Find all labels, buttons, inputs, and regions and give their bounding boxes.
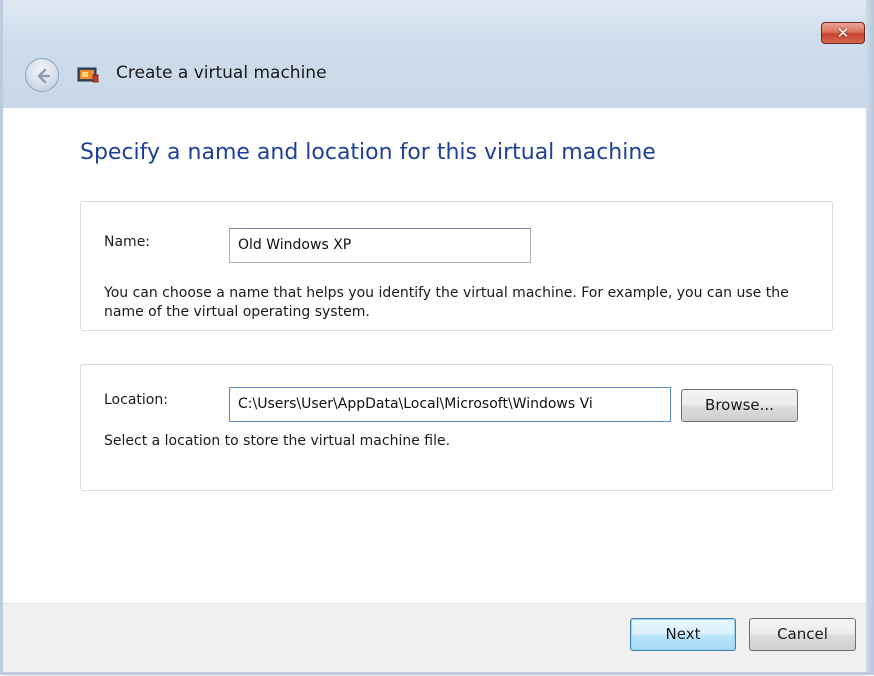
- window-title: Create a virtual machine: [116, 63, 327, 83]
- virtual-machine-icon: [77, 67, 99, 83]
- wizard-content: [3, 108, 866, 603]
- create-vm-wizard-window: ✕ Create a virtual machine Specify a nam…: [0, 0, 874, 676]
- close-icon: ✕: [836, 24, 850, 42]
- back-button[interactable]: [25, 58, 59, 92]
- wizard-footer: [3, 603, 866, 676]
- window-frame-right: [866, 0, 874, 675]
- browse-button[interactable]: Browse...: [681, 389, 798, 422]
- location-help-text: Select a location to store the virtual m…: [104, 433, 451, 449]
- title-bar: [0, 0, 874, 108]
- page-heading: Specify a name and location for this vir…: [80, 140, 656, 165]
- name-input[interactable]: Old Windows XP: [229, 228, 531, 263]
- location-label: Location:: [104, 392, 168, 408]
- name-label: Name:: [104, 234, 151, 250]
- location-group: [80, 364, 833, 491]
- location-input[interactable]: C:\Users\User\AppData\Local\Microsoft\Wi…: [229, 387, 671, 422]
- name-help-text: You can choose a name that helps you ide…: [104, 285, 789, 320]
- back-arrow-icon: [37, 68, 51, 84]
- next-button[interactable]: Next: [630, 618, 736, 651]
- close-button[interactable]: ✕: [821, 22, 865, 44]
- cancel-button[interactable]: Cancel: [749, 618, 856, 651]
